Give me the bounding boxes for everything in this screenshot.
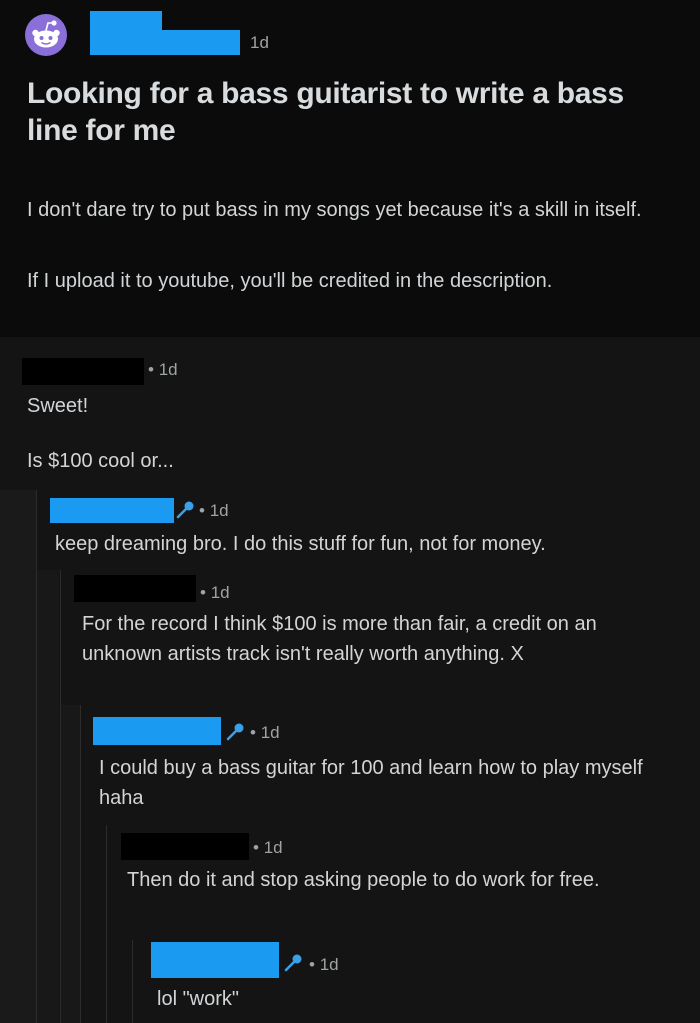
comment-text: Sweet! bbox=[27, 395, 89, 417]
redacted-username bbox=[151, 942, 279, 978]
comment-text: For the record I think $100 is more than… bbox=[82, 613, 597, 665]
comment-text: keep dreaming bro. I do this stuff for f… bbox=[55, 533, 546, 555]
microphone-icon bbox=[226, 723, 244, 741]
redacted-username bbox=[50, 498, 174, 523]
comment-timestamp: • 1d bbox=[148, 360, 178, 379]
redacted-poster-name bbox=[90, 30, 240, 55]
redacted-poster-name bbox=[90, 11, 162, 31]
redacted-username bbox=[74, 575, 196, 602]
subreddit-avatar[interactable] bbox=[25, 14, 67, 56]
thread-indent bbox=[0, 490, 36, 1023]
thread-line bbox=[106, 825, 107, 1023]
comment-text: I could buy a bass guitar for 100 and le… bbox=[99, 757, 643, 809]
thread-indent bbox=[61, 705, 80, 1023]
redacted-username bbox=[22, 358, 144, 385]
thread-line bbox=[80, 705, 81, 1023]
comment-timestamp: • 1d bbox=[253, 838, 283, 857]
comment-text: Is $100 cool or... bbox=[27, 450, 174, 472]
redacted-username bbox=[93, 717, 221, 745]
thread-indent bbox=[37, 570, 59, 1023]
post-title[interactable]: Looking for a bass guitarist to write a … bbox=[27, 75, 667, 149]
comment-timestamp: • 1d bbox=[200, 583, 230, 602]
post-card[interactable]: 1d Looking for a bass guitarist to write… bbox=[0, 0, 700, 337]
thread-line bbox=[132, 940, 133, 1023]
comment-timestamp: • 1d bbox=[199, 501, 229, 520]
reddit-alien-icon bbox=[32, 20, 60, 48]
redacted-username bbox=[121, 833, 249, 860]
comment-timestamp: • 1d bbox=[309, 955, 339, 974]
post-timestamp: 1d bbox=[250, 33, 269, 52]
microphone-icon bbox=[176, 501, 194, 519]
comment-timestamp: • 1d bbox=[250, 723, 280, 742]
post-body-paragraph: I don't dare try to put bass in my songs… bbox=[27, 199, 642, 221]
microphone-icon bbox=[284, 954, 302, 972]
comment-text: Then do it and stop asking people to do … bbox=[127, 869, 600, 891]
comment-text: lol "work" bbox=[157, 988, 239, 1010]
post-body-paragraph: If I upload it to youtube, you'll be cre… bbox=[27, 270, 553, 292]
